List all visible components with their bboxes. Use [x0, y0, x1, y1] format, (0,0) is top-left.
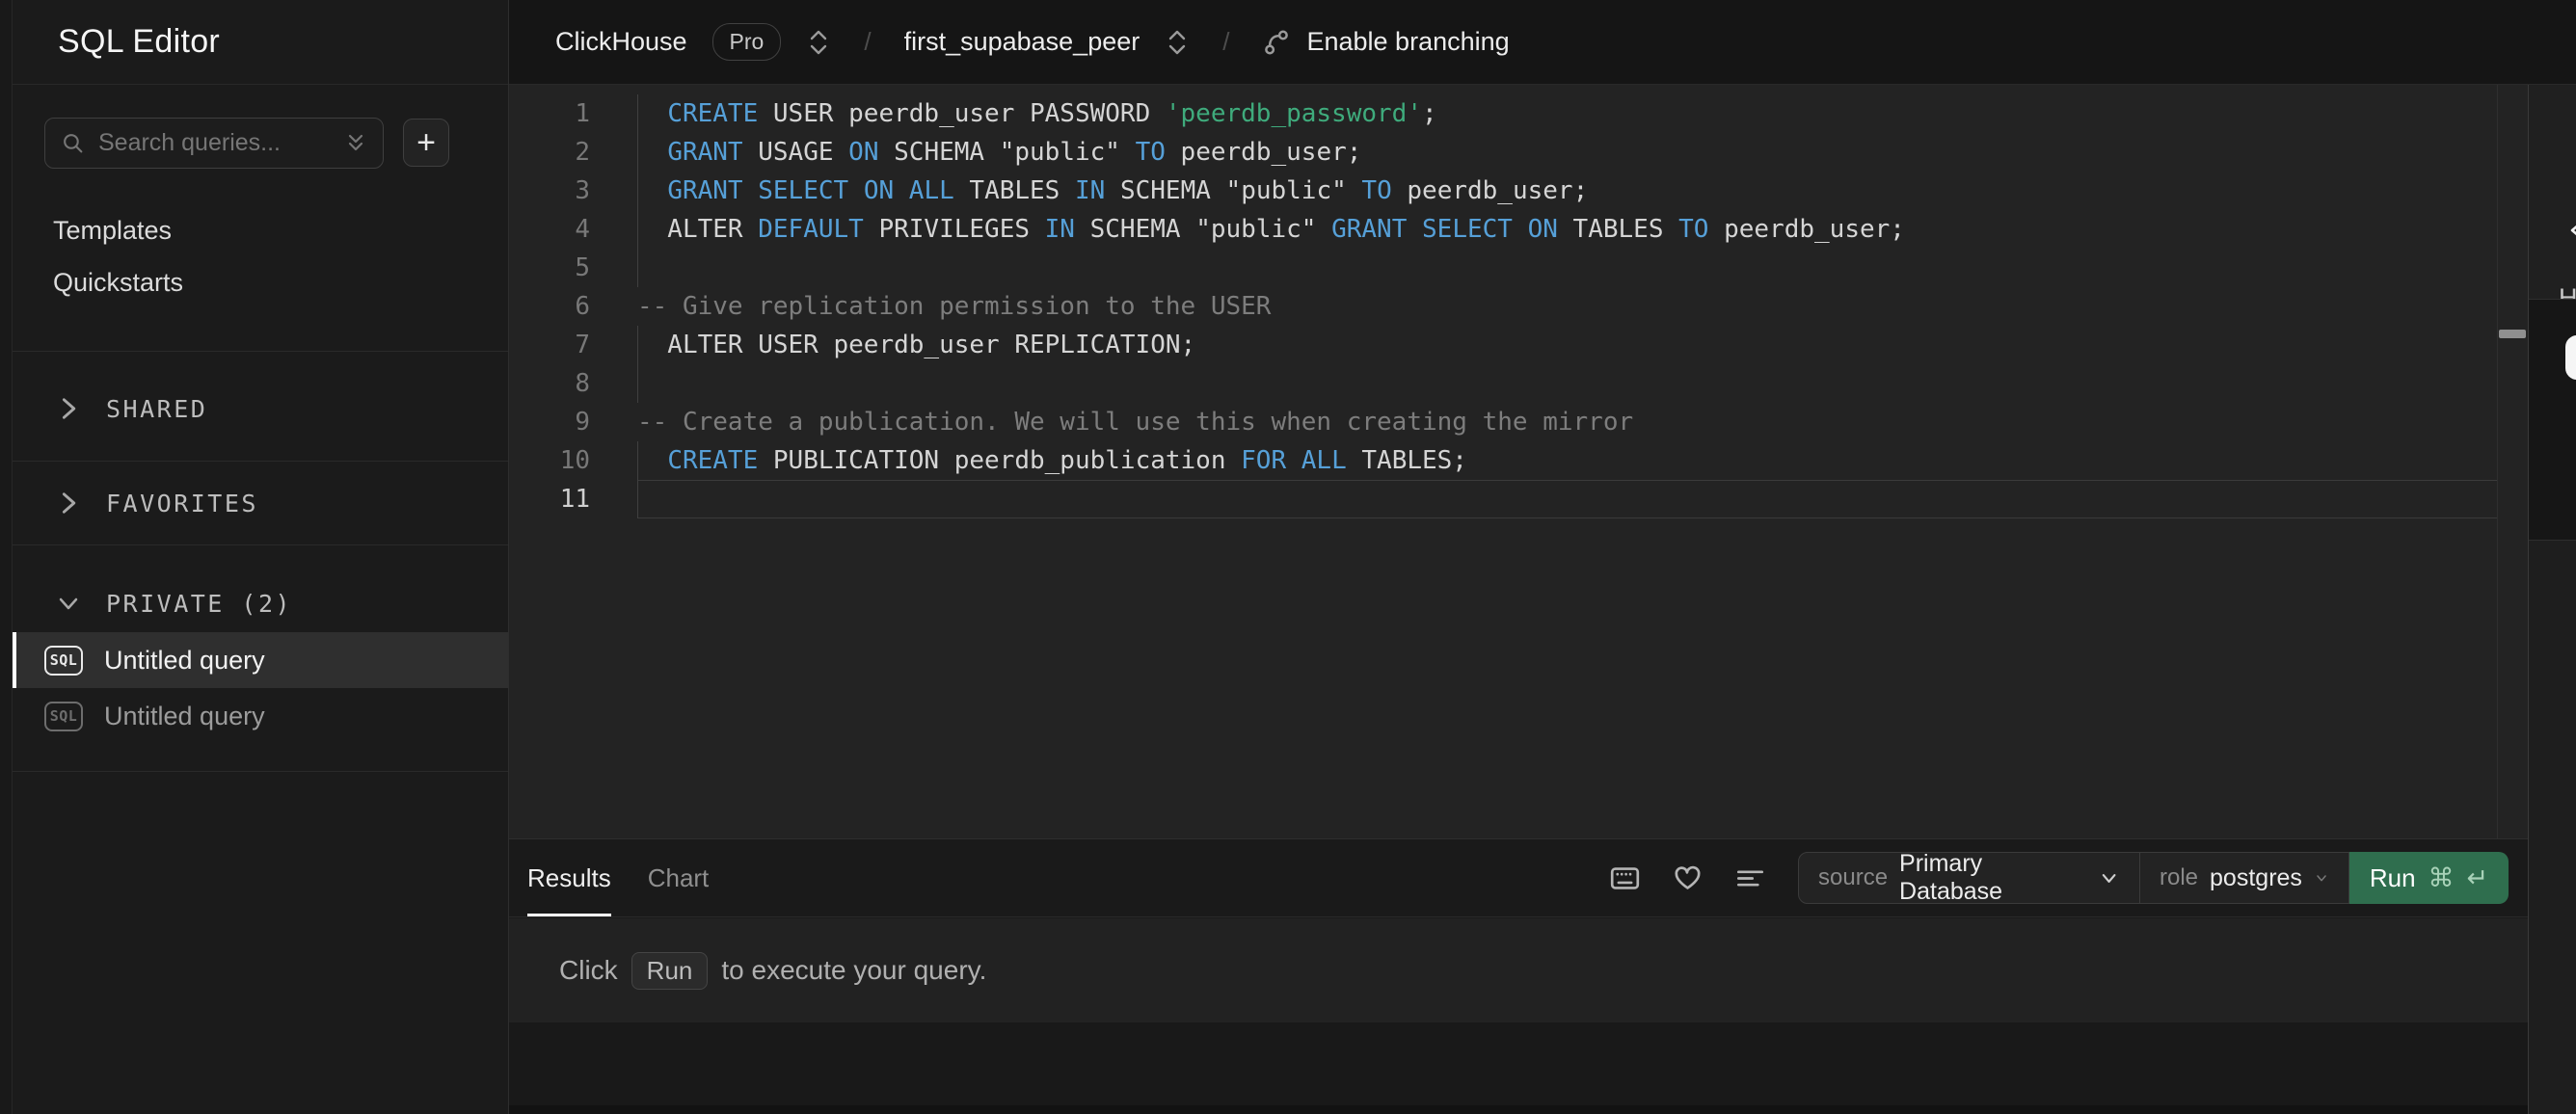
clipped-button[interactable]	[2565, 335, 2576, 380]
role-select[interactable]: role postgres	[2140, 852, 2349, 904]
code-text[interactable]: CREATE USER peerdb_user PASSWORD 'peerdb…	[637, 94, 2497, 133]
enter-key-icon: ↵	[2466, 862, 2489, 892]
query-item-selected[interactable]: SQL Untitled query	[13, 632, 508, 688]
line-number: 8	[575, 369, 590, 398]
code-line[interactable]: 5	[509, 249, 2528, 287]
code-text[interactable]: -- Create a publication. We will use thi…	[637, 403, 2497, 441]
code-text[interactable]	[637, 480, 2497, 518]
sidebar-item-templates[interactable]: Templates	[13, 204, 508, 256]
enable-branching-button[interactable]: Enable branching	[1262, 27, 1510, 57]
code-line[interactable]: 1 CREATE USER peerdb_user PASSWORD 'peer…	[509, 94, 2528, 133]
topbar: ClickHouse Pro / first_supabase_peer / E…	[509, 0, 2576, 85]
code-text[interactable]: ALTER DEFAULT PRIVILEGES IN SCHEMA "publ…	[637, 210, 2497, 249]
code-text[interactable]: GRANT SELECT ON ALL TABLES IN SCHEMA "pu…	[637, 172, 2497, 210]
line-number: 4	[575, 215, 590, 244]
line-number: 6	[575, 292, 590, 321]
sidebar: SQL Editor Search queries... + Templates	[13, 0, 509, 1114]
sql-file-icon: SQL	[44, 701, 83, 731]
bottom-strip	[509, 1105, 2528, 1114]
chevron-right-icon	[62, 492, 76, 514]
source-select[interactable]: source Primary Database	[1798, 850, 2140, 905]
breadcrumb-org[interactable]: ClickHouse	[555, 27, 687, 57]
command-key-icon: ⌘	[2428, 862, 2455, 892]
favorite-heart-icon[interactable]	[1673, 863, 1703, 893]
divider	[13, 351, 508, 352]
line-number: 5	[575, 253, 590, 282]
git-branch-icon	[1265, 30, 1289, 54]
breadcrumb-separator: /	[864, 27, 872, 56]
panel-section	[2529, 541, 2576, 1114]
chevrons-up-down-icon[interactable]	[806, 28, 831, 57]
editor-scrollbar-track	[2497, 85, 2498, 838]
page-title: SQL Editor	[58, 23, 221, 60]
code-line[interactable]: 11	[509, 480, 2528, 518]
sql-editor[interactable]: 1 CREATE USER peerdb_user PASSWORD 'peer…	[509, 85, 2528, 838]
code-line[interactable]: 6 -- Give replication permission to the U…	[509, 287, 2528, 326]
breadcrumb-project[interactable]: first_supabase_peer	[904, 27, 1140, 57]
sidebar-header: SQL Editor	[13, 0, 508, 85]
line-number: 1	[575, 99, 590, 128]
scrollbar-thumb[interactable]	[2499, 330, 2526, 338]
panel-section	[2529, 300, 2576, 540]
query-item[interactable]: SQL Untitled query	[13, 688, 508, 744]
line-number: 2	[575, 138, 590, 167]
section-shared[interactable]: SHARED	[13, 382, 508, 436]
align-left-icon[interactable]	[1735, 863, 1765, 893]
code-line[interactable]: 2 GRANT USAGE ON SCHEMA "public" TO peer…	[509, 133, 2528, 172]
code-text[interactable]: CREATE PUBLICATION peerdb_publication FO…	[637, 441, 2497, 480]
chevron-right-icon	[62, 398, 76, 419]
left-rail	[0, 0, 13, 1114]
sidebar-item-quickstarts[interactable]: Quickstarts	[13, 256, 508, 308]
chevron-left-icon[interactable]	[2567, 216, 2576, 245]
results-footer	[509, 1022, 2528, 1114]
line-number: 10	[559, 446, 590, 475]
plan-badge: Pro	[711, 23, 782, 61]
search-placeholder: Search queries...	[98, 129, 281, 156]
code-text[interactable]: ALTER USER peerdb_user REPLICATION;	[637, 326, 2497, 364]
code-line[interactable]: 8	[509, 364, 2528, 403]
code-text[interactable]	[637, 364, 2497, 403]
section-private[interactable]: PRIVATE (2)	[13, 576, 508, 630]
code-line[interactable]: 10 CREATE PUBLICATION peerdb_publication…	[509, 441, 2528, 480]
code-line[interactable]: 7 ALTER USER peerdb_user REPLICATION;	[509, 326, 2528, 364]
line-number: 7	[575, 331, 590, 359]
tab-chart[interactable]: Chart	[648, 839, 710, 916]
code-text[interactable]: -- Give replication permission to the US…	[637, 287, 2497, 326]
code-line[interactable]: 9 -- Create a publication. We will use th…	[509, 403, 2528, 441]
chevron-down-icon	[2102, 874, 2116, 883]
code-line[interactable]: 3 GRANT SELECT ON ALL TABLES IN SCHEMA "…	[509, 172, 2528, 210]
breadcrumb-separator: /	[1222, 27, 1230, 56]
divider	[13, 771, 508, 772]
code-line[interactable]: 4 ALTER DEFAULT PRIVILEGES IN SCHEMA "pu…	[509, 210, 2528, 249]
run-kbd-hint: Run	[631, 951, 709, 990]
results-empty-state: Click Run to execute your query.	[509, 918, 2528, 1022]
line-number: 9	[575, 408, 590, 437]
line-number: 11	[559, 485, 590, 514]
tab-results[interactable]: Results	[527, 839, 611, 916]
chevron-down-icon	[2317, 875, 2326, 882]
new-query-button[interactable]: +	[403, 119, 449, 167]
results-header: Results Chart source Primary Database ro…	[509, 839, 2528, 917]
chevrons-up-down-icon[interactable]	[1165, 28, 1190, 57]
double-chevron-down-icon	[348, 134, 363, 150]
line-number: 3	[575, 176, 590, 205]
keyboard-shortcuts-icon[interactable]	[1610, 863, 1640, 893]
results-panel: Results Chart source Primary Database ro…	[509, 838, 2528, 1114]
search-icon	[64, 134, 83, 153]
code-text[interactable]: GRANT USAGE ON SCHEMA "public" TO peerdb…	[637, 133, 2497, 172]
divider	[13, 544, 508, 545]
run-button[interactable]: Run ⌘ ↵	[2349, 852, 2509, 904]
search-input[interactable]: Search queries...	[44, 118, 384, 169]
divider	[13, 461, 508, 462]
assistant-panel-collapsed[interactable]: H a	[2528, 85, 2576, 1114]
selected-indicator	[13, 632, 16, 688]
code-text[interactable]	[637, 249, 2497, 287]
chevron-down-icon	[59, 597, 78, 610]
sql-file-icon: SQL	[44, 645, 83, 676]
code-lines: 1 CREATE USER peerdb_user PASSWORD 'peer…	[509, 94, 2528, 518]
section-favorites[interactable]: FAVORITES	[13, 476, 508, 530]
